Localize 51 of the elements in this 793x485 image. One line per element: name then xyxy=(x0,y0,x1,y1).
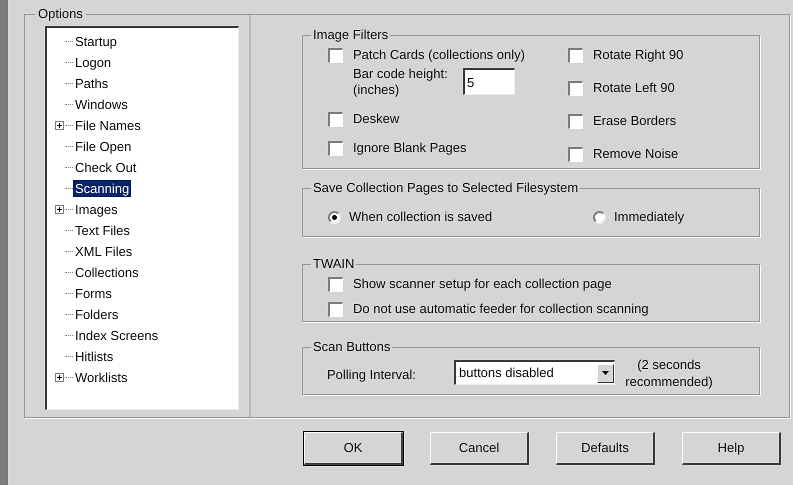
checkbox[interactable] xyxy=(568,80,583,96)
radio-label: Immediately xyxy=(614,208,684,226)
tree-item[interactable]: File Names xyxy=(73,117,143,134)
tree-item[interactable]: Scanning xyxy=(73,180,132,197)
tree-item[interactable]: Hitlists xyxy=(73,348,116,365)
dialog-button[interactable]: Cancel xyxy=(430,432,529,465)
bar-code-height-field[interactable]: 5 xyxy=(463,68,515,95)
tree-item[interactable]: Check Out xyxy=(73,159,138,176)
tree-item[interactable]: Folders xyxy=(73,306,120,323)
checkbox[interactable] xyxy=(328,302,343,316)
checkbox-label: Show scanner setup for each collection page xyxy=(353,275,612,294)
radio-label: When collection is saved xyxy=(349,208,492,226)
tree-item[interactable]: Text Files xyxy=(73,222,132,239)
checkbox-label: Remove Noise xyxy=(593,145,678,164)
polling-interval-dropdown[interactable]: buttons disabled xyxy=(454,360,615,385)
dialog-button[interactable]: Defaults xyxy=(556,432,655,465)
tree-item[interactable]: Images xyxy=(73,201,120,218)
tree-item[interactable]: Windows xyxy=(73,96,130,113)
checkbox-label: Ignore Blank Pages xyxy=(353,139,466,158)
tree-item[interactable]: Paths xyxy=(73,75,110,92)
checkbox-label: Deskew xyxy=(353,110,400,128)
checkbox[interactable] xyxy=(328,48,343,62)
polling-note: (2 seconds recommended) xyxy=(624,356,714,390)
checkbox[interactable] xyxy=(328,140,343,156)
checkbox-label: Do not use automatic feeder for collection scanning xyxy=(353,300,649,318)
checkbox[interactable] xyxy=(328,112,343,126)
tree-item[interactable]: Index Screens xyxy=(73,327,160,344)
checkbox[interactable] xyxy=(568,48,583,62)
radio-button[interactable] xyxy=(593,210,606,224)
polling-interval-label: Polling Interval: xyxy=(327,366,417,384)
bar-code-label: Bar code height: (inches) xyxy=(353,66,449,98)
checkbox-label: Rotate Left 90 xyxy=(593,79,675,98)
dialog-button[interactable]: Help xyxy=(682,432,781,465)
tree-item[interactable]: Collections xyxy=(73,264,141,281)
tree-item[interactable]: Logon xyxy=(73,54,114,71)
tree-item[interactable]: XML Files xyxy=(73,243,134,260)
checkbox-label: Rotate Right 90 xyxy=(593,46,684,64)
tree-item[interactable]: Worklists xyxy=(73,369,130,386)
checkbox[interactable] xyxy=(328,276,343,292)
tree-item[interactable]: File Open xyxy=(73,138,134,155)
tree-item[interactable]: Forms xyxy=(73,285,114,302)
tree-item[interactable]: Startup xyxy=(73,33,119,50)
radio-button[interactable] xyxy=(328,210,341,224)
expand-icon[interactable] xyxy=(54,205,64,214)
checkbox[interactable] xyxy=(568,146,583,162)
dialog-button[interactable]: OK xyxy=(304,432,403,465)
checkbox[interactable] xyxy=(568,114,583,128)
expand-icon[interactable] xyxy=(54,373,64,382)
checkbox-label: Erase Borders xyxy=(593,112,676,130)
checkbox-label: Patch Cards (collections only) xyxy=(353,46,525,64)
expand-icon[interactable] xyxy=(54,121,64,130)
